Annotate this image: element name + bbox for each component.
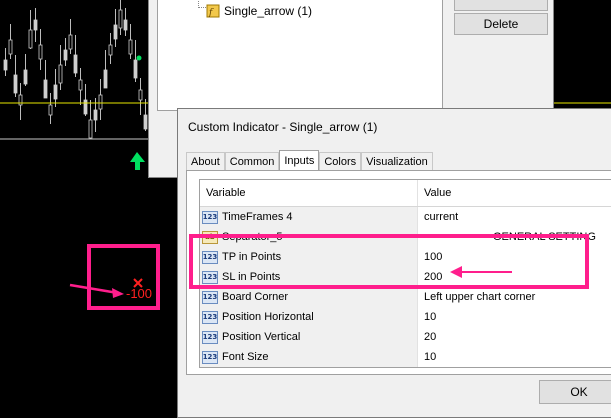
table-row[interactable]: 123 Position Horizontal 10	[200, 307, 611, 327]
column-header-value[interactable]: Value	[418, 180, 611, 206]
table-row[interactable]: 123 Board Corner Left upper chart corner	[200, 287, 611, 307]
number-type-icon: 123	[202, 350, 218, 364]
candle-body	[83, 99, 88, 115]
candle-body	[28, 29, 33, 49]
candle-body	[118, 9, 123, 29]
candle-body	[78, 79, 83, 91]
tab-visualization[interactable]: Visualization	[361, 152, 433, 171]
candle-body	[63, 49, 68, 61]
candle-body	[8, 39, 13, 55]
signal-dot	[136, 55, 142, 61]
variable-cell: 123 Position Horizontal	[200, 307, 418, 327]
column-header-variable[interactable]: Variable	[200, 180, 418, 206]
variable-cell: 123 Board Corner	[200, 287, 418, 307]
navigator-tree[interactable]: f Single_arrow (1)	[157, 0, 443, 111]
buy-arrow-icon	[130, 152, 145, 170]
candle-body	[143, 114, 148, 130]
chart-candles	[3, 0, 153, 149]
tab-about[interactable]: About	[186, 152, 225, 171]
value-cell[interactable]: Left upper chart corner	[418, 287, 611, 307]
table-header: Variable Value	[200, 180, 611, 207]
candle-body	[73, 54, 78, 74]
table-row[interactable]: 123 Font Size 10	[200, 347, 611, 367]
candle-body	[123, 19, 128, 31]
candle-body	[88, 119, 93, 139]
value-cell[interactable]: current	[418, 207, 611, 227]
variable-name: Font Size	[222, 351, 269, 363]
candle-body	[133, 59, 138, 79]
value-cell[interactable]: 10	[418, 307, 611, 327]
tab-colors[interactable]: Colors	[319, 152, 362, 171]
number-type-icon: 123	[202, 330, 218, 344]
variable-name: TimeFrames 4	[222, 211, 293, 223]
indicator-icon: f	[206, 4, 220, 18]
candle-body	[113, 24, 118, 40]
variable-cell: 123 Position Vertical	[200, 327, 418, 347]
candle-body	[53, 84, 58, 100]
number-type-icon: 123	[202, 290, 218, 304]
candle-body	[33, 19, 38, 31]
value-cell[interactable]: 20	[418, 327, 611, 347]
candle-body	[23, 69, 28, 85]
variable-name: Position Horizontal	[222, 311, 314, 323]
number-type-icon: 123	[202, 210, 218, 224]
ok-button[interactable]: OK	[539, 380, 611, 404]
candle-body	[108, 44, 113, 56]
candle-body	[3, 59, 8, 71]
modify-button[interactable]	[454, 0, 548, 11]
variable-cell: 123 TimeFrames 4	[200, 207, 418, 227]
tab-strip: About Common Inputs Colors Visualization	[186, 150, 433, 171]
tab-common[interactable]: Common	[224, 152, 280, 171]
dialog-title: Custom Indicator - Single_arrow (1)	[188, 120, 378, 134]
candle-body	[103, 69, 108, 89]
candle-body	[38, 44, 43, 60]
candle-body	[13, 74, 18, 94]
candle-body	[58, 64, 63, 84]
delete-button[interactable]: Delete	[454, 13, 548, 35]
candle-body	[138, 89, 143, 101]
candle-body	[128, 39, 133, 55]
tab-inputs[interactable]: Inputs	[279, 150, 320, 171]
candle-body	[43, 79, 48, 99]
highlight-box-chart	[87, 244, 160, 310]
candle-body	[93, 109, 98, 121]
table-row[interactable]: 123 TimeFrames 4 current	[200, 207, 611, 227]
tree-item-single-arrow[interactable]: f Single_arrow (1)	[206, 4, 312, 18]
value-cell[interactable]: 10	[418, 347, 611, 367]
variable-name: Position Vertical	[222, 331, 301, 343]
variable-name: Board Corner	[222, 291, 289, 303]
highlight-box-inputs	[189, 234, 589, 289]
candle-body	[68, 34, 73, 50]
candle-body	[98, 94, 103, 110]
tree-item-label: Single_arrow (1)	[224, 4, 313, 18]
number-type-icon: 123	[202, 310, 218, 324]
variable-cell: 123 Font Size	[200, 347, 418, 367]
table-row[interactable]: 123 Position Vertical 20	[200, 327, 611, 347]
candle-body	[48, 104, 53, 116]
